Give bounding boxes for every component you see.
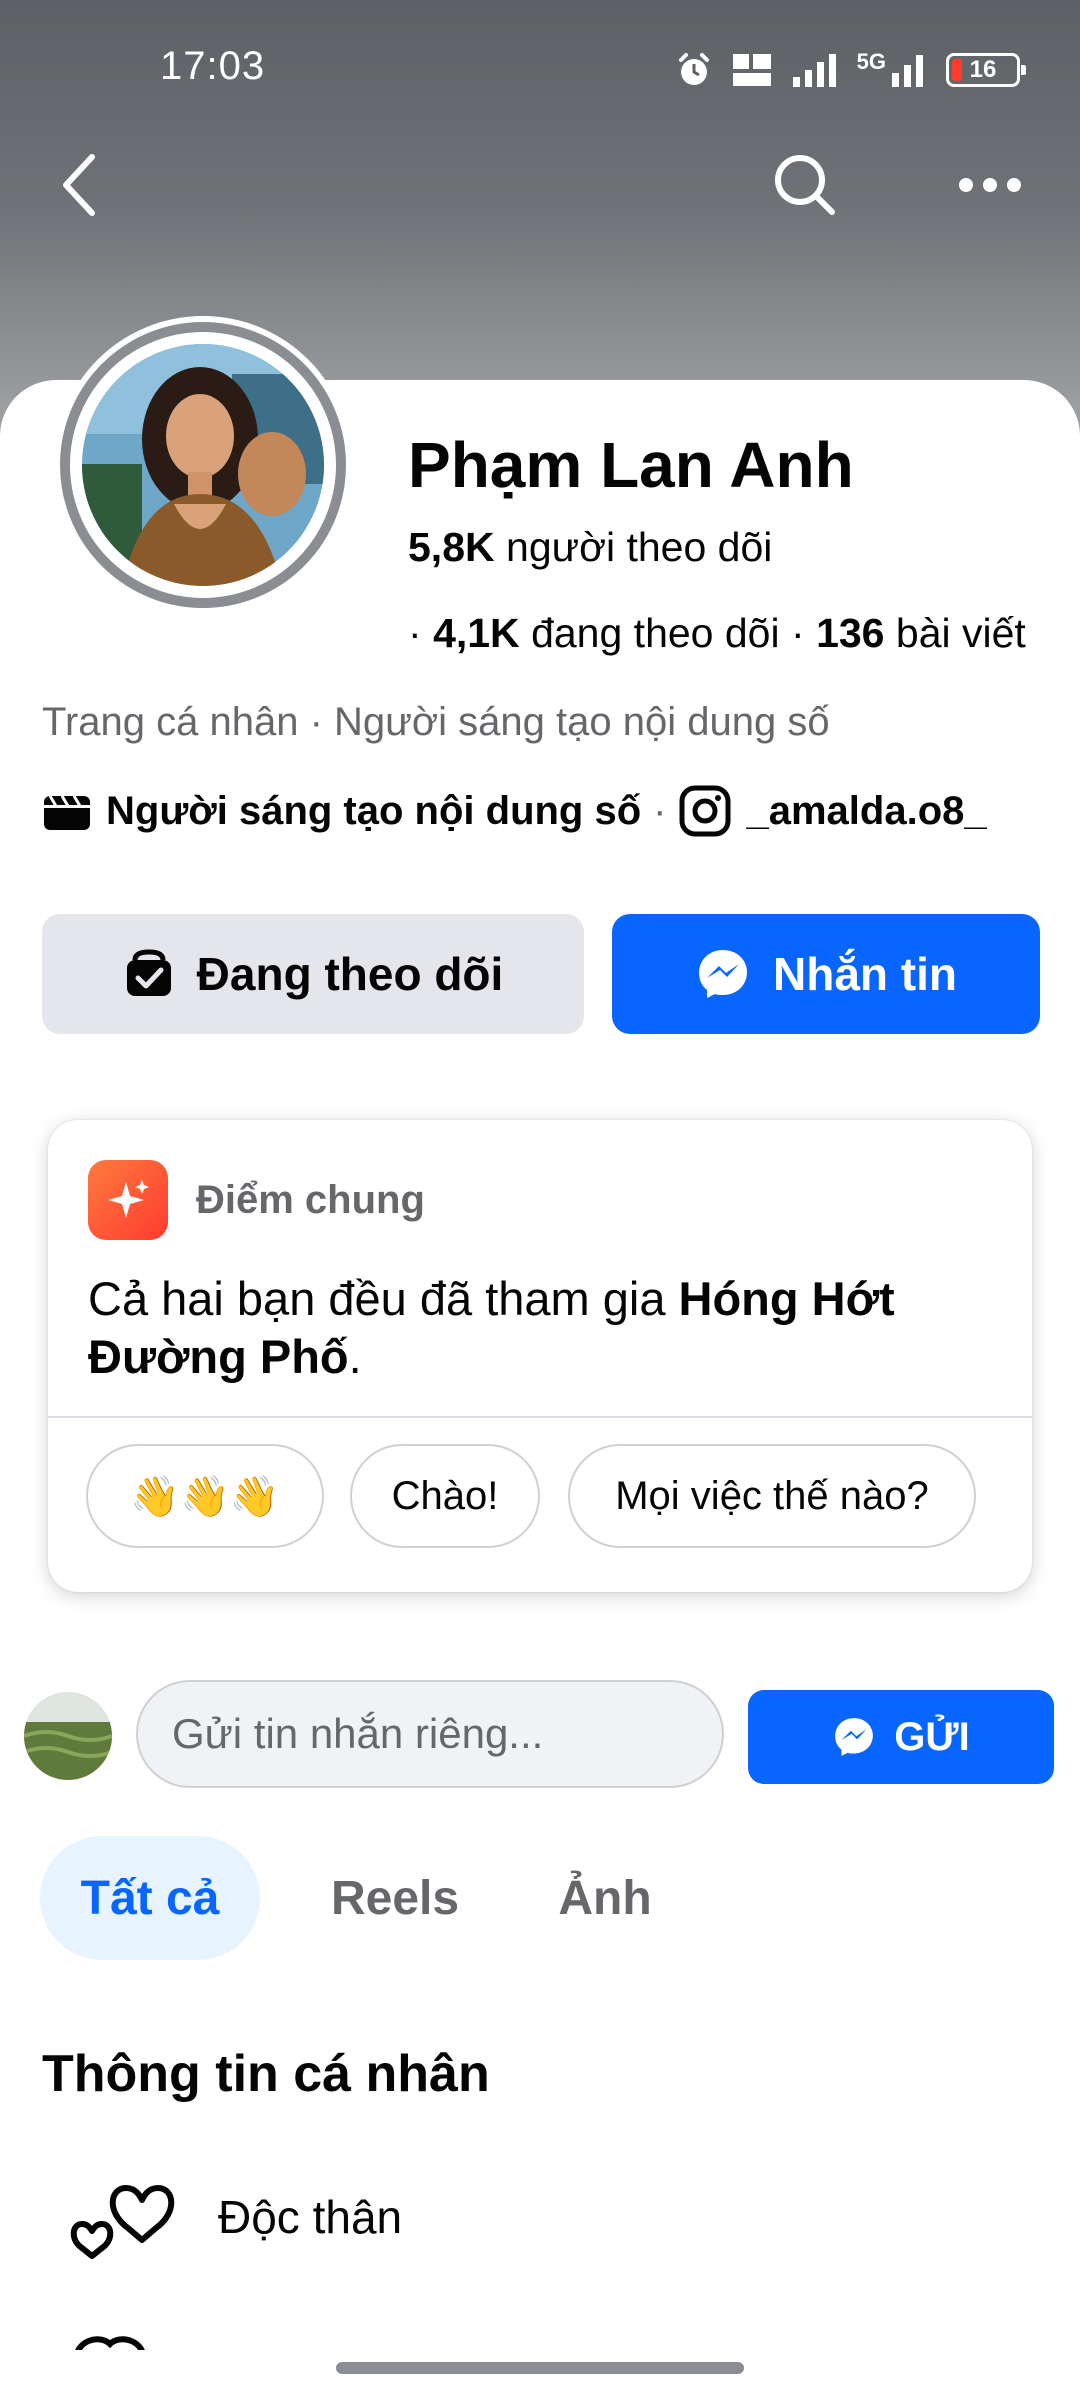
- relationship-row: Độc thân: [0, 2168, 1080, 2278]
- profile-category: Trang cá nhân · Người sáng tạo nội dung …: [42, 700, 830, 744]
- profile-name: Phạm Lan Anh: [408, 429, 854, 501]
- about-section-title: Thông tin cá nhân: [42, 2045, 490, 2103]
- common-text-prefix: Cả hai bạn đều đã tham gia: [88, 1272, 679, 1325]
- messenger-icon: [835, 1718, 874, 1756]
- more-icon: [959, 178, 1021, 192]
- hearts-icon: [70, 2185, 175, 2259]
- posts-number: 136: [816, 610, 885, 656]
- next-row-icon: [70, 2330, 150, 2350]
- status-time: 17:03: [160, 44, 266, 88]
- following-label[interactable]: đang theo dõi: [531, 610, 780, 656]
- bullet: ·: [791, 610, 805, 656]
- quick-reply-how-are-you[interactable]: Mọi việc thế nào?: [568, 1444, 976, 1548]
- profile-tabs: Tất cả Reels Ảnh: [0, 1836, 1080, 1960]
- home-indicator[interactable]: [336, 2362, 744, 2374]
- message-button[interactable]: Nhắn tin: [612, 914, 1040, 1034]
- creator-label: Người sáng tạo nội dung số: [106, 788, 642, 833]
- messenger-icon: [699, 950, 747, 998]
- common-text-suffix: .: [348, 1330, 362, 1383]
- profile-links: Người sáng tạo nội dung số · _amalda.o8_: [42, 784, 987, 838]
- followers-label: người theo dõi: [506, 524, 773, 570]
- avatar: [24, 1692, 112, 1780]
- status-icons: 5G 16: [675, 48, 1026, 92]
- following-label: Đang theo dõi: [196, 948, 504, 1000]
- quick-reply-wave[interactable]: 👋👋👋: [86, 1444, 324, 1548]
- instagram-handle[interactable]: _amalda.o8_: [746, 789, 986, 834]
- quick-reply-hello[interactable]: Chào!: [350, 1444, 540, 1548]
- relationship-status: Độc thân: [218, 2191, 403, 2243]
- status-bar: 17:03 5G 16: [0, 0, 1080, 140]
- back-button[interactable]: [40, 140, 120, 230]
- volte-icon: [732, 54, 771, 86]
- private-message-row: Gửi tin nhắn riêng... GỬI: [0, 1680, 1080, 1790]
- battery-icon: 16: [946, 53, 1026, 87]
- message-label: Nhắn tin: [773, 948, 957, 1000]
- search-button[interactable]: [760, 140, 850, 230]
- search-icon: [775, 155, 835, 215]
- followers-number: 5,8K: [408, 524, 495, 570]
- send-button[interactable]: GỬI: [748, 1690, 1054, 1784]
- alarm-icon: [678, 53, 709, 85]
- back-arrow-icon: [63, 154, 95, 216]
- bullet: ·: [408, 610, 422, 656]
- private-message-input[interactable]: Gửi tin nhắn riêng...: [136, 1680, 724, 1788]
- send-label: GỬI: [894, 1714, 970, 1759]
- following-button[interactable]: Đang theo dõi: [42, 914, 584, 1034]
- 5g-signal-icon: [892, 55, 923, 87]
- tab-photos[interactable]: Ảnh: [530, 1836, 680, 1960]
- common-ground-card: Điểm chung Cả hai bạn đều đã tham gia Hó…: [48, 1120, 1032, 1592]
- battery-level: 16: [969, 56, 997, 83]
- common-ground-title: Điểm chung: [196, 1178, 425, 1222]
- clapperboard-icon: [44, 795, 90, 830]
- profile-avatar[interactable]: [54, 316, 352, 614]
- top-nav: [0, 140, 1080, 230]
- following-check-icon: [126, 949, 171, 996]
- posts-label: bài viết: [895, 610, 1026, 656]
- network-type: 5G: [856, 49, 886, 74]
- followers-count[interactable]: 5,8K người theo dõi: [408, 524, 772, 571]
- separator: ·: [653, 788, 667, 833]
- common-ground-text: Cả hai bạn đều đã tham gia Hóng Hớt Đườn…: [88, 1270, 988, 1386]
- divider: [48, 1416, 1032, 1418]
- following-number[interactable]: 4,1K: [433, 610, 520, 656]
- tab-all[interactable]: Tất cả: [40, 1836, 260, 1960]
- instagram-icon[interactable]: [678, 784, 732, 838]
- profile-stats: · 4,1K đang theo dõi · 136 bài viết: [408, 610, 1026, 657]
- sparkle-icon: [88, 1160, 168, 1240]
- signal-icon: [792, 54, 836, 87]
- tab-reels[interactable]: Reels: [300, 1836, 490, 1960]
- more-button[interactable]: [940, 140, 1040, 230]
- avatar: [82, 344, 324, 586]
